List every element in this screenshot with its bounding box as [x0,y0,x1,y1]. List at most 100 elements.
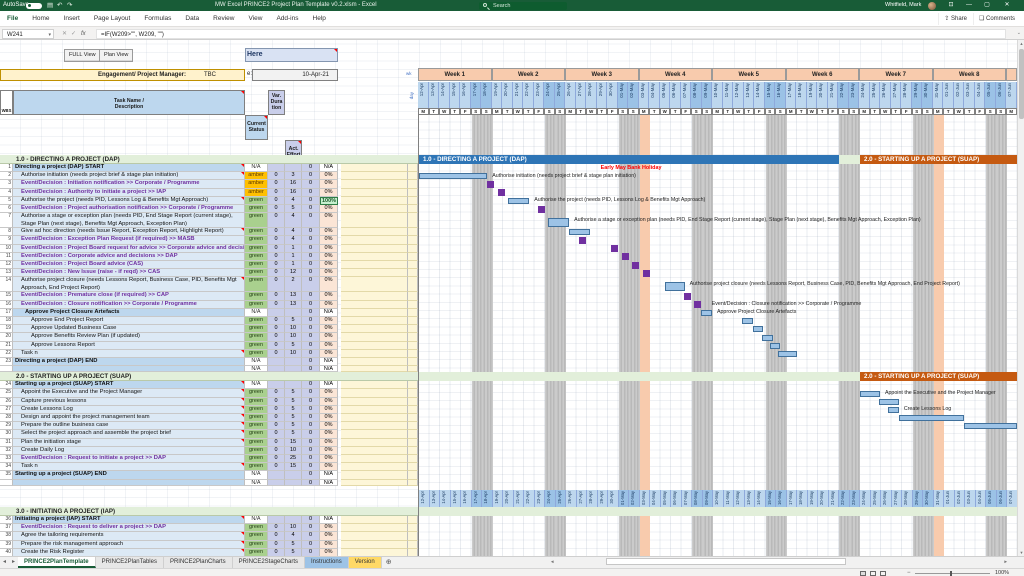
ribbon-tab-add-ins[interactable]: Add-ins [269,11,305,27]
cell-current-status[interactable]: amber [245,172,268,181]
cell-act-effort[interactable] [285,308,302,317]
cell-current-status[interactable]: amber [245,180,268,189]
cell-pct-comp[interactable]: N/A [320,471,338,480]
cell-var-act-effort[interactable]: 0 [302,172,320,181]
full-view-button[interactable]: FULL View [64,49,101,62]
cell-comments[interactable] [341,244,408,253]
cell-day[interactable] [408,349,418,358]
cell-current-status[interactable]: green [245,389,268,398]
milestone-marker[interactable] [621,253,629,261]
cell-current-status[interactable]: green [245,333,268,342]
cell-pct-comp[interactable]: N/A [320,308,338,317]
cell-task-name[interactable]: Event/Decision : Exception Plan Request … [13,236,245,245]
cell-pct-comp[interactable]: 0% [320,244,338,253]
gantt-bar[interactable] [878,398,899,405]
tab-nav-right-icon[interactable]: ▸ [9,557,18,568]
cell-act-effort[interactable]: 10 [285,333,302,342]
cell-day[interactable] [408,333,418,342]
cell-comments[interactable] [341,405,408,414]
cell-task-name[interactable]: Prepare the risk management approach [13,540,245,549]
horizontal-scrollbar[interactable]: ◄ ► [548,557,1010,566]
cell-day[interactable] [408,164,418,173]
milestone-marker[interactable] [683,293,691,300]
cell-task-name[interactable]: Directing a project (DAP) END [13,358,245,367]
cell-pct-comp[interactable]: 0% [320,438,338,447]
cell-day[interactable] [408,446,418,455]
cell-comments[interactable] [341,317,408,326]
autosave-toggle[interactable] [26,2,42,9]
cell-comments[interactable] [341,463,408,472]
cell-var-act-effort[interactable]: 0 [302,164,320,173]
gantt-bar[interactable] [752,326,764,333]
cell-pct-comp[interactable]: 0% [320,397,338,406]
cell-day[interactable] [408,325,418,334]
cell-pct-comp[interactable]: 0% [320,205,338,214]
cell-wbs[interactable]: 27 [0,405,13,414]
cell-current-status[interactable]: green [245,196,268,205]
cell-pct-comp[interactable]: 0% [320,269,338,278]
cell-task-name[interactable]: Capture previous lessons [13,397,245,406]
cell-act-effort[interactable]: 5 [285,540,302,549]
cell-task-name[interactable]: Design and appoint the project managemen… [13,414,245,423]
comments-button[interactable]: ❏ Comments [972,13,1020,25]
cell-var-duration[interactable] [268,516,285,525]
cell-pct-comp[interactable]: N/A [320,164,338,173]
cell-comments[interactable] [341,516,408,525]
cell-pct-comp[interactable]: N/A [320,358,338,367]
cell-current-status[interactable]: N/A [245,381,268,390]
cell-day[interactable] [408,414,418,423]
cell-task-name[interactable]: Event/Decision : Corporate advice and de… [13,252,245,261]
cell-var-duration[interactable]: 0 [268,446,285,455]
cell-pct-comp[interactable]: 0% [320,261,338,270]
cell-act-effort[interactable]: 4 [285,532,302,541]
cell-wbs[interactable] [0,479,13,486]
cell-current-status[interactable]: green [245,325,268,334]
cell-current-status[interactable]: green [245,430,268,439]
name-box[interactable]: W241 ▾ [2,28,54,39]
cell-var-duration[interactable] [268,358,285,367]
cell-current-status[interactable]: N/A [245,516,268,525]
cell-act-effort[interactable]: 15 [285,463,302,472]
sheet-tab-prince2plantables[interactable]: PRINCE2PlanTables [95,557,164,568]
ribbon-tab-file[interactable]: File [0,11,25,27]
hscroll-thumb[interactable] [606,558,846,565]
cell-wbs[interactable]: 12 [0,261,13,270]
cell-wbs[interactable]: 38 [0,532,13,541]
cell-comments[interactable] [341,236,408,245]
cell-pct-comp[interactable]: 0% [320,414,338,423]
cell-var-act-effort[interactable]: 0 [302,308,320,317]
cell-var-act-effort[interactable]: 0 [302,455,320,464]
scroll-right-icon[interactable]: ► [1004,557,1008,566]
milestone-marker[interactable] [611,245,619,253]
cell-var-duration[interactable] [268,164,285,173]
cell-current-status[interactable]: green [245,300,268,309]
cell-act-effort[interactable]: 1 [285,244,302,253]
cell-var-duration[interactable]: 0 [268,277,285,293]
cell-wbs[interactable]: 14 [0,277,13,293]
cell-pct-comp[interactable]: 0% [320,422,338,431]
cell-var-duration[interactable]: 0 [268,349,285,358]
cell-var-duration[interactable]: 0 [268,196,285,205]
cell-current-status[interactable]: green [245,414,268,423]
cell-comments[interactable] [341,325,408,334]
cell-var-act-effort[interactable]: 0 [302,389,320,398]
cell-pct-comp[interactable]: 0% [320,405,338,414]
cell-wbs[interactable]: 37 [0,524,13,533]
zoom-out-icon[interactable]: − [907,569,911,576]
cell-wbs[interactable]: 32 [0,446,13,455]
cell-pct-comp[interactable]: 0% [320,463,338,472]
cell-wbs[interactable]: 15 [0,292,13,301]
cell-wbs[interactable]: 22 [0,349,13,358]
cell-comments[interactable] [341,180,408,189]
cell-var-act-effort[interactable]: 0 [302,479,320,486]
cell-task-name[interactable]: Approve Lessons Report [13,341,245,350]
cell-var-duration[interactable]: 0 [268,414,285,423]
cell-var-duration[interactable] [268,479,285,486]
gantt-bar[interactable] [898,415,964,422]
cell-task-name[interactable]: Event/Decision : Request to deliver a pr… [13,524,245,533]
cell-current-status[interactable]: green [245,455,268,464]
cell-var-act-effort[interactable]: 0 [302,317,320,326]
cell-wbs[interactable]: 9 [0,236,13,245]
cell-var-duration[interactable]: 0 [268,548,285,556]
cell-current-status[interactable]: green [245,349,268,358]
